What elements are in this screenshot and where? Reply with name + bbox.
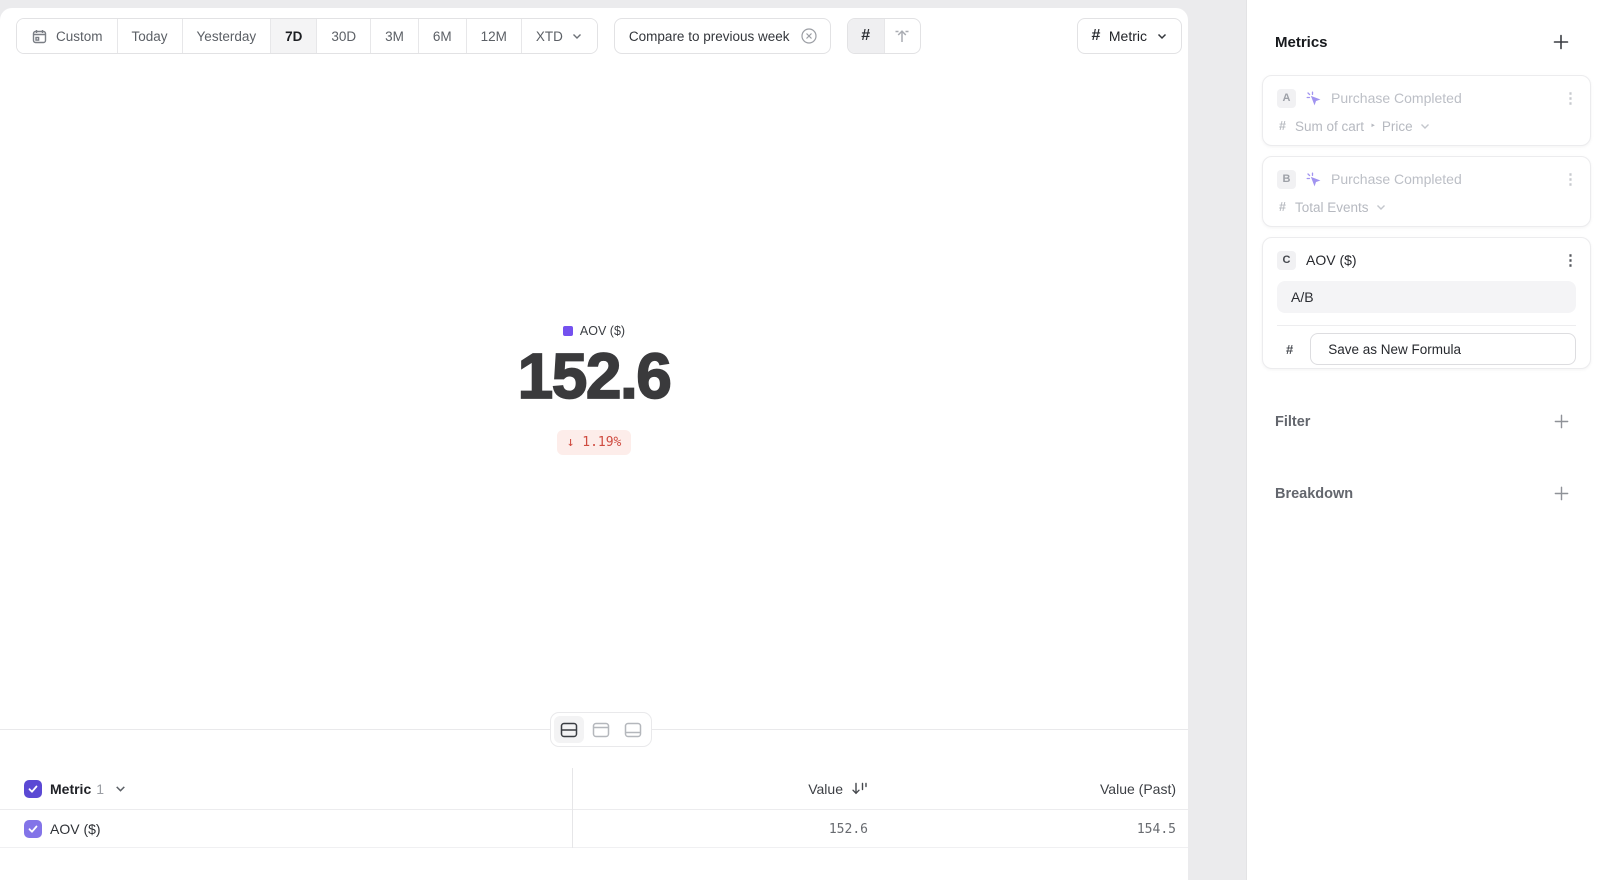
table-header-row: Metric 1 Value Value (Past) [0, 768, 1188, 810]
metric-column-header[interactable]: Metric 1 [50, 768, 127, 809]
date-range-label: Custom [56, 29, 103, 44]
row-checkbox[interactable] [24, 820, 42, 838]
metric-card-title: Purchase Completed [1331, 90, 1462, 106]
hash-icon: # [1091, 27, 1099, 45]
date-range-3m-button[interactable]: 3M [371, 19, 419, 53]
hash-icon: # [1279, 200, 1286, 214]
card-divider [1277, 325, 1576, 326]
metrics-title: Metrics [1275, 34, 1328, 51]
aggregation-selector[interactable]: Total Events [1295, 200, 1387, 215]
metric-header-index: 1 [96, 781, 104, 797]
event-icon [1306, 172, 1321, 187]
legend: AOV ($) [0, 324, 1188, 338]
date-range-12m-button[interactable]: 12M [467, 19, 522, 53]
formula-card-title: AOV ($) [1306, 252, 1357, 268]
metric-value: 152.6 [0, 344, 1188, 408]
table-only-view-icon [623, 721, 643, 739]
table-column-divider [572, 768, 573, 848]
uplift-arrow-icon [893, 27, 911, 45]
breakdown-title: Breakdown [1275, 486, 1353, 502]
split-view-button[interactable] [554, 716, 584, 743]
metric-badge-b: B [1277, 170, 1296, 189]
compare-chip[interactable]: Compare to previous week [614, 18, 831, 54]
formula-card-c[interactable]: C AOV ($) ⋮ A/B # Save as New Formula [1262, 237, 1591, 369]
kebab-menu-icon[interactable]: ⋮ [1563, 172, 1578, 187]
metric-card-b[interactable]: B Purchase Completed ⋮ # Total Events [1262, 156, 1591, 227]
chart-only-view-icon [591, 721, 611, 739]
chevron-down-icon [114, 782, 127, 795]
metric-dropdown-button[interactable]: # Metric [1077, 18, 1182, 54]
row-value-cell: 152.6 [628, 811, 868, 847]
date-range-group: Custom Today Yesterday 7D 30D 3M 6M 12M … [16, 18, 598, 54]
date-range-yesterday-button[interactable]: Yesterday [183, 19, 272, 53]
metric-header-label: Metric [50, 781, 91, 797]
row-metric-name-cell: AOV ($) [50, 811, 101, 847]
chevron-down-icon [1156, 30, 1168, 42]
value-display-toggle: # [847, 18, 921, 54]
table-row[interactable]: AOV ($) 152.6 154.5 [0, 811, 1188, 848]
date-range-today-button[interactable]: Today [118, 19, 183, 53]
breadcrumb-separator: ‣ [1370, 121, 1376, 132]
split-view-icon [559, 721, 579, 739]
kebab-menu-icon[interactable]: ⋮ [1563, 91, 1578, 106]
query-builder-sidebar: Metrics A Purchase Completed ⋮ # Sum of … [1246, 0, 1600, 880]
metric-card-title: Purchase Completed [1331, 171, 1462, 187]
chevron-down-icon [1375, 201, 1387, 213]
date-range-custom-button[interactable]: Custom [17, 19, 118, 53]
big-number-block: AOV ($) 152.6 ↓ 1.19% [0, 324, 1188, 455]
hash-icon: # [1286, 342, 1293, 357]
toolbar: Custom Today Yesterday 7D 30D 3M 6M 12M … [16, 18, 1182, 54]
check-icon [27, 823, 39, 835]
save-as-new-formula-button[interactable]: Save as New Formula [1310, 333, 1576, 365]
add-metric-icon[interactable] [1552, 33, 1570, 51]
filter-section-header: Filter [1275, 413, 1570, 430]
filter-title: Filter [1275, 414, 1310, 430]
chevron-down-icon [1419, 120, 1431, 132]
chevron-down-icon [571, 30, 583, 42]
add-breakdown-icon[interactable] [1553, 485, 1570, 502]
uplift-toggle-button[interactable] [884, 19, 920, 53]
metrics-section-header: Metrics [1275, 33, 1570, 51]
hash-icon: # [861, 27, 869, 45]
value-column-header[interactable]: Value [628, 768, 868, 809]
metric-button-label: Metric [1109, 28, 1147, 44]
remove-compare-icon[interactable] [800, 27, 818, 45]
metric-card-a[interactable]: A Purchase Completed ⋮ # Sum of cart ‣ P… [1262, 75, 1591, 146]
date-range-6m-button[interactable]: 6M [419, 19, 467, 53]
delta-badge: ↓ 1.19% [557, 430, 632, 455]
legend-label: AOV ($) [580, 324, 625, 338]
legend-swatch [563, 326, 573, 336]
calendar-icon [31, 28, 48, 45]
check-icon [27, 783, 39, 795]
report-canvas: Custom Today Yesterday 7D 30D 3M 6M 12M … [0, 8, 1188, 880]
compare-chip-label: Compare to previous week [629, 29, 790, 44]
layout-toggle-group [550, 712, 652, 747]
value-past-column-header[interactable]: Value (Past) [936, 768, 1176, 809]
date-range-xtd-button[interactable]: XTD [522, 19, 597, 53]
hash-icon: # [1279, 119, 1286, 133]
kebab-menu-icon[interactable]: ⋮ [1563, 253, 1578, 268]
aggregation-selector[interactable]: Sum of cart ‣ Price [1295, 119, 1431, 134]
absolute-number-toggle-button[interactable]: # [848, 19, 884, 53]
table-only-view-button[interactable] [618, 716, 648, 743]
metric-badge-a: A [1277, 89, 1296, 108]
event-icon [1306, 91, 1321, 106]
date-range-7d-button[interactable]: 7D [271, 19, 317, 53]
select-all-checkbox[interactable] [24, 780, 42, 798]
chart-only-view-button[interactable] [586, 716, 616, 743]
sort-descending-icon [850, 780, 868, 797]
breakdown-section-header: Breakdown [1275, 485, 1570, 502]
metric-badge-c: C [1277, 251, 1296, 270]
add-filter-icon[interactable] [1553, 413, 1570, 430]
formula-input[interactable]: A/B [1277, 281, 1576, 313]
row-value-past-cell: 154.5 [936, 811, 1176, 847]
date-range-30d-button[interactable]: 30D [317, 19, 371, 53]
